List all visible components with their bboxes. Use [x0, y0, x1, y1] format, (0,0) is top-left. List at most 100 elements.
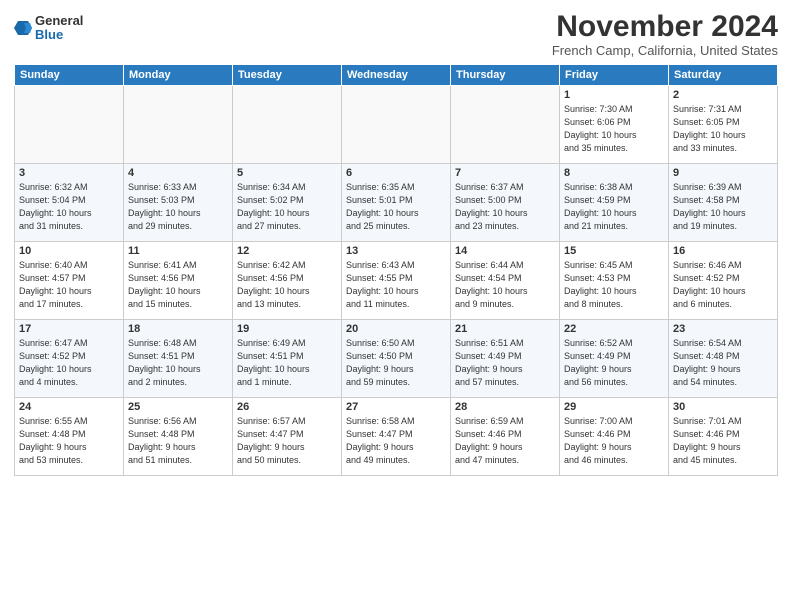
calendar-cell: 8 Sunrise: 6:38 AMSunset: 4:59 PMDaylight…	[560, 164, 669, 242]
calendar-cell: 23Sunrise: 6:54 AMSunset: 4:48 PMDayligh…	[669, 320, 778, 398]
calendar-cell: 1Sunrise: 7:30 AMSunset: 6:06 PMDaylight…	[560, 86, 669, 164]
day-info: Sunrise: 6:32 AMSunset: 5:04 PMDaylight:…	[19, 181, 119, 233]
calendar-cell	[342, 86, 451, 164]
calendar-week-3: 10 Sunrise: 6:40 AMSunset: 4:57 PMDayligh…	[15, 242, 778, 320]
day-info: Sunrise: 7:30 AMSunset: 6:06 PMDaylight:…	[564, 103, 664, 155]
day-number: 15	[564, 245, 664, 257]
calendar-cell: 24 Sunrise: 6:55 AMSunset: 4:48 PMDayligh…	[15, 398, 124, 476]
day-info: Sunrise: 6:34 AMSunset: 5:02 PMDaylight:…	[237, 181, 337, 233]
day-number: 30	[673, 401, 773, 413]
calendar-header-friday: Friday	[560, 65, 669, 86]
calendar-cell	[124, 86, 233, 164]
day-info: Sunrise: 6:54 AMSunset: 4:48 PMDaylight:…	[673, 337, 773, 389]
calendar-header-tuesday: Tuesday	[233, 65, 342, 86]
day-info: Sunrise: 7:00 AMSunset: 4:46 PMDaylight:…	[564, 415, 664, 467]
day-number: 17	[19, 323, 119, 335]
day-info: Sunrise: 6:43 AMSunset: 4:55 PMDaylight:…	[346, 259, 446, 311]
calendar-cell: 20 Sunrise: 6:50 AMSunset: 4:50 PMDayligh…	[342, 320, 451, 398]
day-number: 28	[455, 401, 555, 413]
day-info: Sunrise: 6:45 AMSunset: 4:53 PMDaylight:…	[564, 259, 664, 311]
logo-text: General Blue	[35, 14, 83, 43]
calendar-cell: 2Sunrise: 7:31 AMSunset: 6:05 PMDaylight…	[669, 86, 778, 164]
day-info: Sunrise: 6:48 AMSunset: 4:51 PMDaylight:…	[128, 337, 228, 389]
calendar-cell: 28 Sunrise: 6:59 AMSunset: 4:46 PMDayligh…	[451, 398, 560, 476]
day-number: 14	[455, 245, 555, 257]
calendar-cell: 19Sunrise: 6:49 AMSunset: 4:51 PMDayligh…	[233, 320, 342, 398]
logo-blue: Blue	[35, 28, 83, 42]
calendar-cell: 4 Sunrise: 6:33 AMSunset: 5:03 PMDaylight…	[124, 164, 233, 242]
calendar-cell: 25Sunrise: 6:56 AMSunset: 4:48 PMDayligh…	[124, 398, 233, 476]
day-number: 8	[564, 167, 664, 179]
calendar-cell: 5Sunrise: 6:34 AMSunset: 5:02 PMDaylight…	[233, 164, 342, 242]
calendar-week-4: 17 Sunrise: 6:47 AMSunset: 4:52 PMDayligh…	[15, 320, 778, 398]
month-title: November 2024	[552, 10, 778, 43]
calendar-cell: 27 Sunrise: 6:58 AMSunset: 4:47 PMDayligh…	[342, 398, 451, 476]
calendar-cell: 9 Sunrise: 6:39 AMSunset: 4:58 PMDaylight…	[669, 164, 778, 242]
day-number: 7	[455, 167, 555, 179]
day-info: Sunrise: 6:41 AMSunset: 4:56 PMDaylight:…	[128, 259, 228, 311]
calendar-cell: 26 Sunrise: 6:57 AMSunset: 4:47 PMDayligh…	[233, 398, 342, 476]
calendar-week-5: 24 Sunrise: 6:55 AMSunset: 4:48 PMDayligh…	[15, 398, 778, 476]
day-info: Sunrise: 6:42 AMSunset: 4:56 PMDaylight:…	[237, 259, 337, 311]
day-number: 19	[237, 323, 337, 335]
day-number: 21	[455, 323, 555, 335]
day-info: Sunrise: 6:38 AMSunset: 4:59 PMDaylight:…	[564, 181, 664, 233]
day-info: Sunrise: 7:01 AMSunset: 4:46 PMDaylight:…	[673, 415, 773, 467]
day-number: 27	[346, 401, 446, 413]
day-number: 26	[237, 401, 337, 413]
day-number: 13	[346, 245, 446, 257]
day-number: 9	[673, 167, 773, 179]
day-info: Sunrise: 6:57 AMSunset: 4:47 PMDaylight:…	[237, 415, 337, 467]
day-number: 3	[19, 167, 119, 179]
calendar-cell: 29 Sunrise: 7:00 AMSunset: 4:46 PMDayligh…	[560, 398, 669, 476]
calendar-header-monday: Monday	[124, 65, 233, 86]
calendar-header-row: SundayMondayTuesdayWednesdayThursdayFrid…	[15, 65, 778, 86]
calendar-cell: 17 Sunrise: 6:47 AMSunset: 4:52 PMDayligh…	[15, 320, 124, 398]
calendar-cell: 11 Sunrise: 6:41 AMSunset: 4:56 PMDayligh…	[124, 242, 233, 320]
day-info: Sunrise: 6:33 AMSunset: 5:03 PMDaylight:…	[128, 181, 228, 233]
calendar-cell: 6 Sunrise: 6:35 AMSunset: 5:01 PMDaylight…	[342, 164, 451, 242]
day-info: Sunrise: 6:47 AMSunset: 4:52 PMDaylight:…	[19, 337, 119, 389]
calendar-header-sunday: Sunday	[15, 65, 124, 86]
calendar-cell: 13 Sunrise: 6:43 AMSunset: 4:55 PMDayligh…	[342, 242, 451, 320]
day-info: Sunrise: 6:44 AMSunset: 4:54 PMDaylight:…	[455, 259, 555, 311]
day-number: 6	[346, 167, 446, 179]
day-number: 20	[346, 323, 446, 335]
day-info: Sunrise: 6:59 AMSunset: 4:46 PMDaylight:…	[455, 415, 555, 467]
calendar-header-thursday: Thursday	[451, 65, 560, 86]
day-info: Sunrise: 6:35 AMSunset: 5:01 PMDaylight:…	[346, 181, 446, 233]
logo-general: General	[35, 14, 83, 28]
day-info: Sunrise: 6:55 AMSunset: 4:48 PMDaylight:…	[19, 415, 119, 467]
calendar-cell: 3 Sunrise: 6:32 AMSunset: 5:04 PMDaylight…	[15, 164, 124, 242]
calendar-cell: 16Sunrise: 6:46 AMSunset: 4:52 PMDayligh…	[669, 242, 778, 320]
day-number: 24	[19, 401, 119, 413]
day-info: Sunrise: 6:52 AMSunset: 4:49 PMDaylight:…	[564, 337, 664, 389]
calendar-header-saturday: Saturday	[669, 65, 778, 86]
page: General Blue November 2024 French Camp, …	[0, 0, 792, 612]
location: French Camp, California, United States	[552, 43, 778, 58]
day-number: 2	[673, 89, 773, 101]
header: General Blue November 2024 French Camp, …	[14, 10, 778, 58]
day-number: 10	[19, 245, 119, 257]
logo: General Blue	[14, 14, 83, 43]
day-number: 18	[128, 323, 228, 335]
calendar-cell	[233, 86, 342, 164]
calendar-cell: 15 Sunrise: 6:45 AMSunset: 4:53 PMDayligh…	[560, 242, 669, 320]
day-number: 11	[128, 245, 228, 257]
day-info: Sunrise: 6:58 AMSunset: 4:47 PMDaylight:…	[346, 415, 446, 467]
title-block: November 2024 French Camp, California, U…	[552, 10, 778, 58]
day-number: 22	[564, 323, 664, 335]
day-number: 29	[564, 401, 664, 413]
day-number: 4	[128, 167, 228, 179]
day-info: Sunrise: 6:39 AMSunset: 4:58 PMDaylight:…	[673, 181, 773, 233]
day-info: Sunrise: 6:37 AMSunset: 5:00 PMDaylight:…	[455, 181, 555, 233]
calendar-cell: 22 Sunrise: 6:52 AMSunset: 4:49 PMDayligh…	[560, 320, 669, 398]
calendar: SundayMondayTuesdayWednesdayThursdayFrid…	[14, 64, 778, 476]
calendar-week-1: 1Sunrise: 7:30 AMSunset: 6:06 PMDaylight…	[15, 86, 778, 164]
logo-icon	[14, 19, 32, 37]
calendar-cell: 21Sunrise: 6:51 AMSunset: 4:49 PMDayligh…	[451, 320, 560, 398]
day-info: Sunrise: 6:50 AMSunset: 4:50 PMDaylight:…	[346, 337, 446, 389]
day-info: Sunrise: 6:40 AMSunset: 4:57 PMDaylight:…	[19, 259, 119, 311]
day-number: 25	[128, 401, 228, 413]
calendar-cell: 7 Sunrise: 6:37 AMSunset: 5:00 PMDaylight…	[451, 164, 560, 242]
